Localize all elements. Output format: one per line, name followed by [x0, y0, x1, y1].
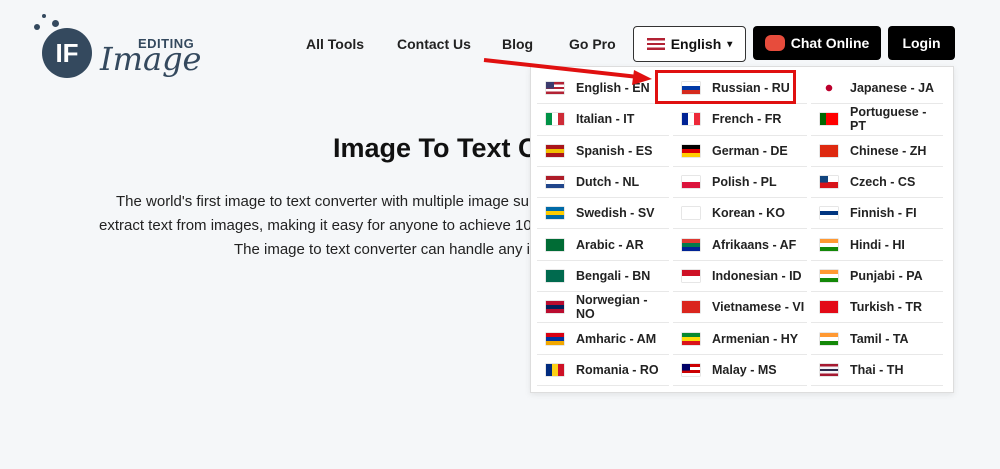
red-arrow-annotation — [483, 58, 652, 85]
